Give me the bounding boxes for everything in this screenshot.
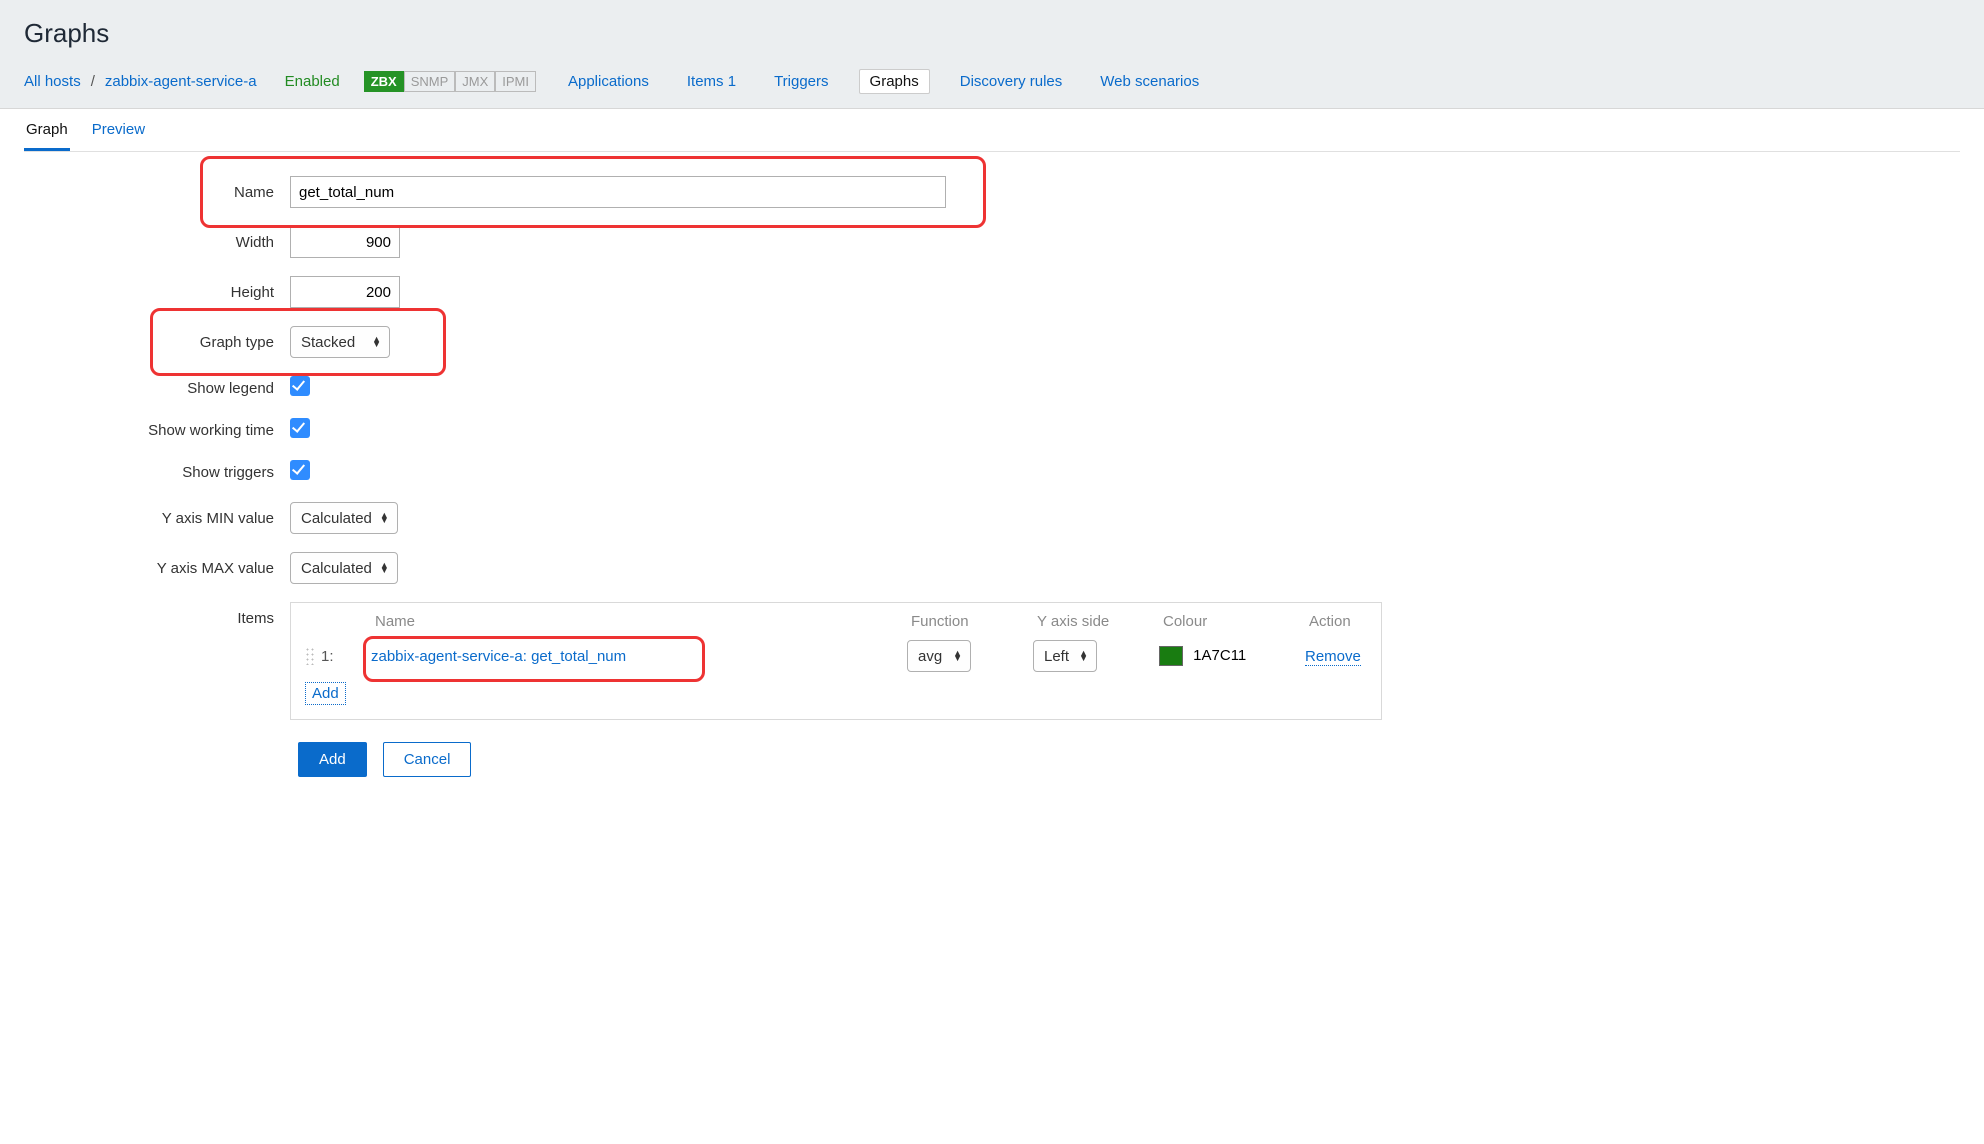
col-colour: Colour <box>1163 613 1303 630</box>
label-width: Width <box>0 234 290 251</box>
status-enabled: Enabled <box>285 73 340 90</box>
item-name-link[interactable]: zabbix-agent-service-a: get_total_num <box>371 648 626 665</box>
chevron-updown-icon: ▲▼ <box>372 337 381 347</box>
interface-badges: ZBX SNMP JMX IPMI <box>364 71 536 92</box>
page-title: Graphs <box>24 18 1960 49</box>
label-graph-type: Graph type <box>0 334 290 351</box>
y-side-value: Left <box>1044 648 1069 665</box>
col-action: Action <box>1309 613 1399 630</box>
items-row: 1: zabbix-agent-service-a: get_total_num… <box>305 640 1367 672</box>
items-box: Name Function Y axis side Colour Action … <box>290 602 1382 720</box>
nav-items[interactable]: Items 1 <box>679 69 744 94</box>
chevron-updown-icon: ▲▼ <box>1079 651 1088 661</box>
nav-applications[interactable]: Applications <box>560 69 657 94</box>
drag-handle-icon[interactable] <box>305 647 315 665</box>
chevron-updown-icon: ▲▼ <box>380 563 389 573</box>
row-index: 1: <box>321 648 334 665</box>
breadcrumb-all-hosts[interactable]: All hosts <box>24 73 81 90</box>
show-triggers-checkbox[interactable] <box>290 460 310 480</box>
col-y-side: Y axis side <box>1037 613 1157 630</box>
breadcrumb-host[interactable]: zabbix-agent-service-a <box>105 73 257 90</box>
height-input[interactable] <box>290 276 400 308</box>
show-working-time-checkbox[interactable] <box>290 418 310 438</box>
label-items: Items <box>0 602 290 627</box>
label-show-working-time: Show working time <box>0 422 290 439</box>
y-min-value: Calculated <box>301 510 372 527</box>
nav-web[interactable]: Web scenarios <box>1092 69 1207 94</box>
function-value: avg <box>918 648 942 665</box>
breadcrumb: All hosts / zabbix-agent-service-a Enabl… <box>24 69 1960 108</box>
nav-discovery[interactable]: Discovery rules <box>952 69 1071 94</box>
add-item-link[interactable]: Add <box>305 682 346 705</box>
label-y-max: Y axis MAX value <box>0 560 290 577</box>
add-button[interactable]: Add <box>298 742 367 777</box>
remove-link[interactable]: Remove <box>1305 648 1361 666</box>
colour-input[interactable] <box>1193 647 1273 664</box>
col-name: Name <box>375 613 905 630</box>
y-max-select[interactable]: Calculated ▲▼ <box>290 552 398 584</box>
chevron-updown-icon: ▲▼ <box>953 651 962 661</box>
cancel-button[interactable]: Cancel <box>383 742 472 777</box>
y-side-select[interactable]: Left ▲▼ <box>1033 640 1097 672</box>
graph-type-select[interactable]: Stacked ▲▼ <box>290 326 390 358</box>
breadcrumb-sep: / <box>91 73 95 90</box>
function-select[interactable]: avg ▲▼ <box>907 640 971 672</box>
y-max-value: Calculated <box>301 560 372 577</box>
label-show-triggers: Show triggers <box>0 464 290 481</box>
width-input[interactable] <box>290 226 400 258</box>
tabs: Graph Preview <box>24 109 1960 152</box>
show-legend-checkbox[interactable] <box>290 376 310 396</box>
label-height: Height <box>0 284 290 301</box>
y-min-select[interactable]: Calculated ▲▼ <box>290 502 398 534</box>
name-input[interactable] <box>290 176 946 208</box>
graph-type-value: Stacked <box>301 334 355 351</box>
nav-triggers[interactable]: Triggers <box>766 69 836 94</box>
chevron-updown-icon: ▲▼ <box>380 513 389 523</box>
label-show-legend: Show legend <box>0 380 290 397</box>
badge-jmx: JMX <box>455 71 495 92</box>
tab-graph[interactable]: Graph <box>24 109 70 151</box>
tab-preview[interactable]: Preview <box>90 109 147 151</box>
badge-ipmi: IPMI <box>495 71 536 92</box>
colour-swatch[interactable] <box>1159 646 1183 666</box>
col-function: Function <box>911 613 1031 630</box>
nav-graphs[interactable]: Graphs <box>859 69 930 94</box>
label-name: Name <box>0 184 290 201</box>
label-y-min: Y axis MIN value <box>0 510 290 527</box>
badge-zbx: ZBX <box>364 71 404 92</box>
badge-snmp: SNMP <box>404 71 456 92</box>
